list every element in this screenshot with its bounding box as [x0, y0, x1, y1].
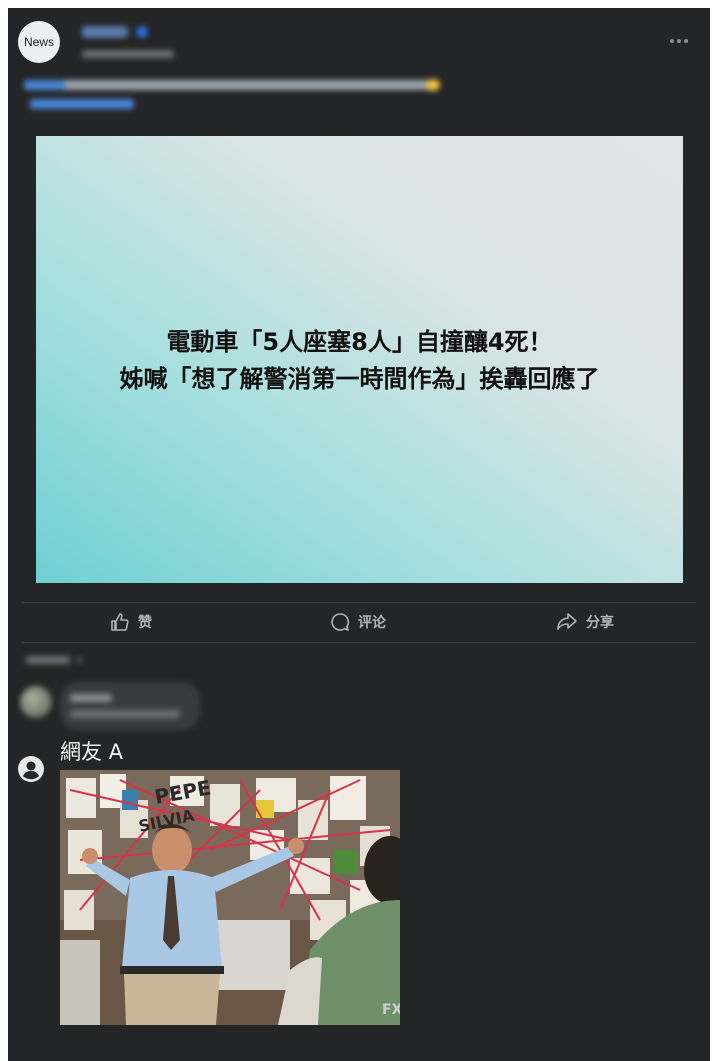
share-button[interactable]: 分享	[556, 604, 614, 640]
share-label: 分享	[586, 615, 614, 631]
comment-label: 评论	[358, 615, 386, 631]
share-arrow-icon	[557, 613, 577, 630]
chevron-down-icon[interactable]: ▼	[76, 656, 84, 665]
comment-sort-redacted[interactable]	[26, 656, 70, 664]
post-caption-link-redacted[interactable]	[30, 99, 134, 109]
divider	[22, 642, 696, 643]
emoji-icon	[426, 79, 440, 91]
comment-bubble-redacted	[60, 682, 200, 730]
comment-button[interactable]: 评论	[330, 604, 386, 640]
post-caption-redacted	[24, 80, 434, 90]
page-avatar-text: News	[23, 35, 54, 49]
conspiracy-board-meme-picture: PEPE SILVIA FX	[60, 770, 400, 1025]
post-image[interactable]: 電動車「5人座塞8人」自撞釀4死！ 姊喊「想了解警消第一時間作為」挨轟回應了	[36, 136, 683, 583]
comment-text-redacted	[70, 710, 180, 718]
meme-image[interactable]: PEPE SILVIA FX	[60, 770, 400, 1025]
headline-line-2: 姊喊「想了解警消第一時間作為」挨轟回應了	[119, 365, 600, 393]
user-avatar-icon[interactable]	[18, 756, 44, 782]
comment-username: 網友 A	[60, 740, 124, 764]
watermark: FX	[382, 1002, 400, 1018]
facebook-post-screenshot: News 電動車「5人座塞8人」自撞釀4死！ 姊喊「想了解警消第一時間作為」挨轟…	[8, 8, 710, 1061]
like-label: 赞	[138, 615, 152, 631]
like-button[interactable]: 赞	[110, 604, 152, 640]
verified-badge-icon	[136, 26, 148, 38]
page-name-redacted[interactable]	[82, 26, 128, 38]
comment-bubble-icon	[331, 613, 350, 631]
commenter-avatar-redacted[interactable]	[20, 686, 52, 718]
thumbs-up-icon	[111, 613, 129, 631]
divider	[22, 602, 696, 603]
more-options-icon[interactable]	[670, 38, 690, 44]
commenter-name-redacted	[70, 694, 112, 702]
page-avatar[interactable]: News	[18, 21, 60, 63]
post-timestamp-redacted	[82, 50, 174, 58]
post-action-bar: 赞 评论 分享	[22, 604, 696, 640]
headline-line-1: 電動車「5人座塞8人」自撞釀4死！	[166, 328, 553, 356]
headline: 電動車「5人座塞8人」自撞釀4死！ 姊喊「想了解警消第一時間作為」挨轟回應了	[36, 324, 683, 398]
